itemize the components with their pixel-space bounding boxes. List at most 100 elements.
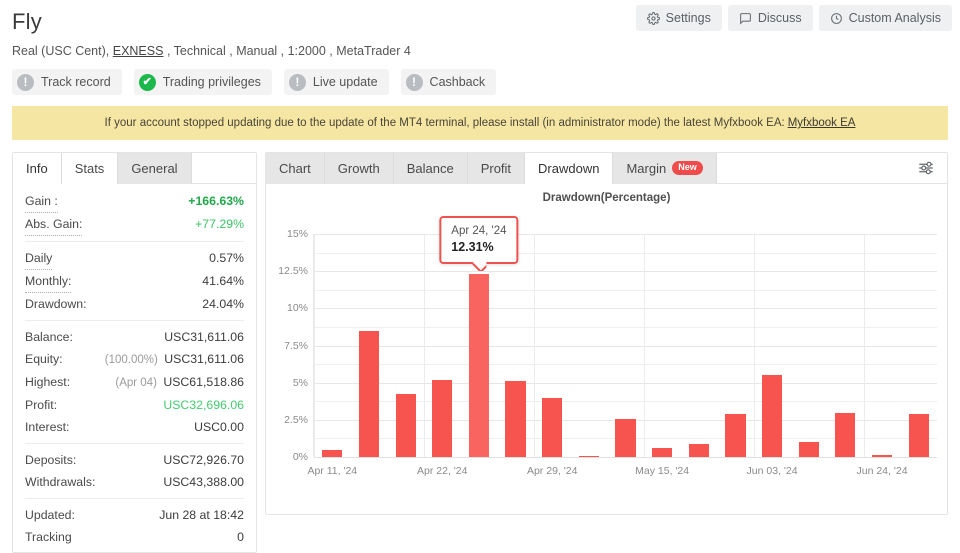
gridline-vertical: [314, 234, 315, 457]
settings-button-label: Settings: [665, 11, 711, 25]
x-axis-tick-label: Apr 29, '24: [526, 465, 578, 477]
y-axis-tick-label: 12.5%: [278, 265, 308, 278]
stat-key: Daily: [25, 247, 53, 270]
gridline-horizontal: [314, 234, 937, 235]
update-notice-banner: If your account stopped updating due to …: [12, 106, 948, 140]
comment-icon: [739, 12, 752, 25]
account-info-panel: Info Stats General Gain : +166.63% Abs. …: [12, 152, 257, 553]
stat-value: +166.63%: [188, 194, 244, 208]
custom-analysis-button[interactable]: Custom Analysis: [818, 5, 952, 31]
tab-stats[interactable]: Stats: [61, 153, 119, 184]
gridline-horizontal: [314, 345, 937, 347]
chart-bar[interactable]: [468, 274, 489, 457]
gridline-horizontal: [314, 382, 937, 384]
tab-general[interactable]: General: [118, 153, 192, 184]
divider: [25, 443, 244, 444]
gridline-horizontal: [314, 308, 937, 310]
tab-chart[interactable]: Chart: [266, 152, 325, 184]
content-area: Info Stats General Gain : +166.63% Abs. …: [0, 140, 960, 553]
chart-bar[interactable]: [835, 413, 856, 457]
tab-label: Profit: [480, 160, 512, 176]
y-axis-tick-label: 7.5%: [284, 339, 308, 352]
stat-row-profit: Profit: USC32,696.06: [25, 394, 244, 416]
myfxbook-ea-link[interactable]: Myfxbook EA: [788, 117, 856, 129]
tab-label: Margin: [626, 160, 667, 176]
stat-row-deposits: Deposits: USC72,926.70: [25, 449, 244, 471]
discuss-button[interactable]: Discuss: [727, 5, 813, 31]
chart-bar[interactable]: [652, 448, 673, 457]
gridline-horizontal: [314, 271, 937, 273]
chart-bar[interactable]: [615, 419, 636, 457]
stat-value: USC61,518.86: [163, 375, 244, 389]
stat-value: USC32,696.06: [163, 398, 244, 412]
divider: [25, 498, 244, 499]
tab-balance[interactable]: Balance: [393, 152, 468, 184]
custom-analysis-button-label: Custom Analysis: [848, 11, 941, 25]
stat-row-equity: Equity: (100.00%) USC31,611.06: [25, 348, 244, 371]
stat-value-prefix: (100.00%): [104, 354, 158, 366]
chart-bar[interactable]: [908, 413, 929, 457]
warning-circle-icon: !: [405, 73, 423, 91]
tab-info[interactable]: Info: [13, 153, 62, 184]
chart-settings-sliders-icon[interactable]: [905, 159, 947, 177]
chart-bar[interactable]: [578, 455, 599, 457]
chart-bar[interactable]: [542, 397, 563, 457]
chart-bar[interactable]: [395, 393, 416, 457]
chart-plot-area[interactable]: 0% 2.5% 5% 7.5% 10% 12.5% 15% Apr 11, '24 Apr 22…: [278, 216, 937, 477]
status-badge-track-record[interactable]: ! Track record: [12, 69, 122, 95]
stat-key: Gain :: [25, 190, 58, 213]
chart-bar[interactable]: [871, 454, 893, 457]
stat-value: USC31,611.06: [164, 352, 244, 366]
chart-bar[interactable]: [762, 375, 783, 457]
status-badge-cashback[interactable]: ! Cashback: [400, 69, 497, 95]
gridline-vertical: [423, 234, 425, 457]
tab-label: Balance: [406, 160, 454, 176]
tab-growth[interactable]: Growth: [324, 152, 394, 184]
stat-value: Jun 28 at 18:42: [159, 508, 244, 522]
x-axis-tick-label: Apr 22, '24: [417, 465, 468, 477]
status-badge-label: Cashback: [429, 75, 486, 89]
account-meta-rest: , Technical , Manual , 1:2000 , MetaTrad…: [166, 44, 411, 58]
chart-bar[interactable]: [432, 379, 453, 457]
stat-row-updated: Updated: Jun 28 at 18:42: [25, 504, 244, 526]
chart-bar[interactable]: [358, 330, 380, 457]
gridline-vertical: [643, 234, 645, 457]
chart-bar[interactable]: [798, 442, 819, 457]
stat-row-monthly: Monthly: 41.64%: [25, 270, 244, 293]
tab-profit[interactable]: Profit: [467, 152, 526, 184]
account-type: Real (USC Cent),: [12, 44, 110, 58]
status-badge-label: Live update: [312, 75, 378, 89]
stat-key: Tracking: [25, 530, 72, 544]
stat-key: Updated:: [25, 508, 75, 522]
status-badge-live-update[interactable]: ! Live update: [283, 69, 389, 95]
stat-row-tracking: Tracking 0: [25, 526, 244, 548]
settings-button[interactable]: Settings: [635, 5, 722, 31]
chart-bar[interactable]: [322, 450, 343, 457]
chart-panel: Chart Growth Balance Profit Drawdown Mar…: [265, 152, 948, 515]
divider: [25, 241, 244, 242]
stat-key: Withdrawals:: [25, 475, 96, 489]
check-circle-icon: ✔: [138, 73, 156, 91]
stat-value: USC31,611.06: [164, 330, 244, 344]
x-axis-tick-label: Jun 03, '24: [746, 465, 798, 477]
y-axis-tick-label: 15%: [286, 228, 308, 240]
stat-key: Profit:: [25, 398, 58, 412]
tab-margin[interactable]: Margin New: [613, 152, 717, 184]
warning-circle-icon: !: [17, 73, 34, 91]
status-badge-trading-privileges[interactable]: ✔ Trading privileges: [133, 69, 272, 95]
stat-key: Abs. Gain:: [25, 213, 83, 236]
y-axis-tick-label: 5%: [292, 376, 308, 389]
chart-bar[interactable]: [505, 381, 526, 457]
chart-bar[interactable]: [688, 444, 709, 457]
broker-link[interactable]: EXNESS: [113, 44, 164, 58]
account-meta: Real (USC Cent), EXNESS , Technical , Ma…: [12, 42, 948, 60]
discuss-button-label: Discuss: [757, 11, 802, 25]
tab-drawdown[interactable]: Drawdown: [525, 152, 614, 184]
chart-bar[interactable]: [725, 413, 746, 457]
stats-list: Gain : +166.63% Abs. Gain: +77.29% Daily…: [13, 184, 256, 552]
divider: [25, 320, 244, 321]
gridline-vertical: [863, 234, 865, 457]
gridline-vertical: [533, 234, 535, 457]
stat-row-interest: Interest: USC0.00: [25, 416, 244, 438]
stat-value: 0.57%: [209, 251, 244, 265]
